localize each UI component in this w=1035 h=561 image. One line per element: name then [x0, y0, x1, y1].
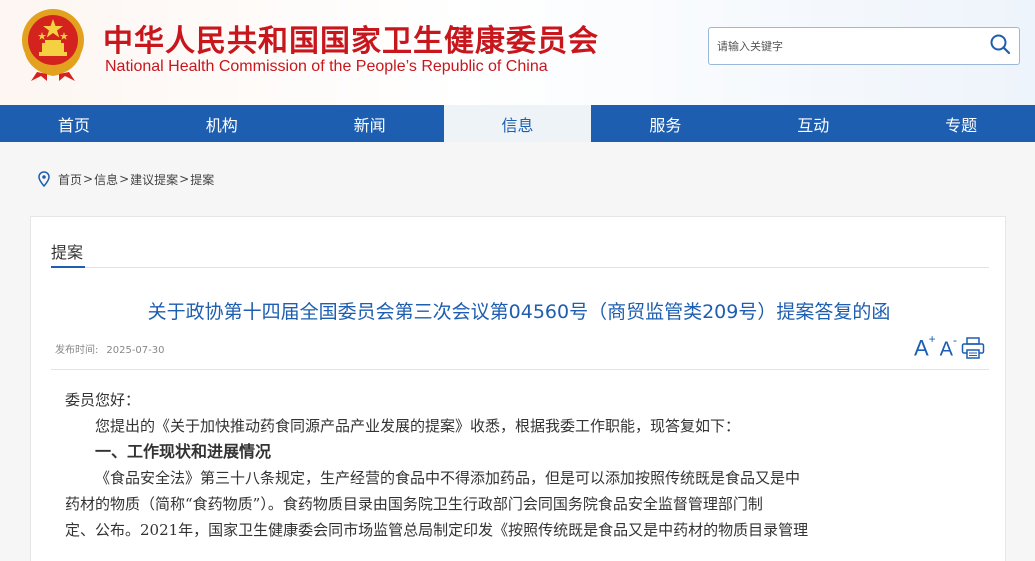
article-tools: A+ A- — [914, 333, 985, 360]
nav-item-organization[interactable]: 机构 — [148, 105, 296, 142]
section-divider — [51, 267, 989, 268]
nav-item-news[interactable]: 新闻 — [296, 105, 444, 142]
location-pin-icon — [38, 171, 50, 187]
article-paragraph-line: 《食品安全法》第三十八条规定，生产经营的食品中不得添加药品，但是可以添加按照传统… — [95, 469, 801, 487]
nav-item-information[interactable]: 信息 — [443, 105, 592, 142]
site-title-en[interactable]: National Health Commission of the People… — [105, 58, 548, 76]
breadcrumb-proposals[interactable]: 提案 — [190, 171, 214, 188]
site-title-cn[interactable]: 中华人民共和国国家卫生健康委员会 — [103, 16, 599, 60]
font-increase-button[interactable]: A+ — [914, 333, 936, 359]
article-paragraph-line: 定、公布。2021年，国家卫生健康委会同市场监管总局制定印发《按照传统既是食品又… — [65, 521, 809, 539]
content-divider — [51, 369, 989, 370]
nav-item-services[interactable]: 服务 — [591, 105, 739, 142]
nav-item-topics[interactable]: 专题 — [887, 105, 1035, 142]
article-heading-1: 一、工作现状和进展情况 — [95, 442, 272, 461]
national-emblem-icon[interactable] — [17, 6, 89, 82]
main-nav: 首页 机构 新闻 信息 服务 互动 专题 — [0, 105, 1035, 142]
font-decrease-button[interactable]: A- — [940, 334, 957, 360]
breadcrumb-separator: > — [119, 172, 130, 186]
nav-item-interaction[interactable]: 互动 — [739, 105, 887, 142]
breadcrumb-home[interactable]: 首页 — [58, 171, 82, 188]
section-tab-underline — [51, 266, 85, 268]
breadcrumb-information[interactable]: 信息 — [94, 171, 118, 188]
publish-date-value: 2025-07-30 — [106, 345, 165, 356]
search-box — [708, 27, 1020, 65]
article-title: 关于政协第十四届全国委员会第三次会议第04560号（商贸监管类209号）提案答复… — [147, 301, 891, 323]
article-intro: 您提出的《关于加快推动药食同源产品产业发展的提案》收悉，根据我委工作职能，现答复… — [95, 417, 741, 435]
print-icon[interactable] — [961, 337, 985, 360]
breadcrumb: 首页 > 信息 > 建议提案 > 提案 — [38, 170, 214, 188]
article-paragraph-line: 药材的物质（简称“食药物质”）。食药物质目录由国务院卫生行政部门会同国务院食品安… — [65, 495, 763, 513]
breadcrumb-separator: > — [179, 172, 190, 186]
publish-date: 发布时间: 2025-07-30 — [55, 341, 165, 356]
article-body: 委员您好： 您提出的《关于加快推动药食同源产品产业发展的提案》收悉，根据我委工作… — [65, 387, 977, 543]
section-tab-label: 提案 — [51, 243, 84, 262]
search-input[interactable] — [709, 28, 977, 64]
breadcrumb-suggestions[interactable]: 建议提案 — [130, 171, 178, 188]
search-button[interactable] — [985, 32, 1015, 60]
article-card: 提案 关于政协第十四届全国委员会第三次会议第04560号（商贸监管类209号）提… — [30, 216, 1006, 561]
article-greeting: 委员您好： — [65, 391, 141, 409]
breadcrumb-separator: > — [83, 172, 94, 186]
nav-item-home[interactable]: 首页 — [0, 105, 148, 142]
publish-date-label: 发布时间: — [55, 345, 99, 356]
search-icon — [989, 33, 1011, 59]
site-header: 中华人民共和国国家卫生健康委员会 National Health Commiss… — [0, 0, 1035, 105]
